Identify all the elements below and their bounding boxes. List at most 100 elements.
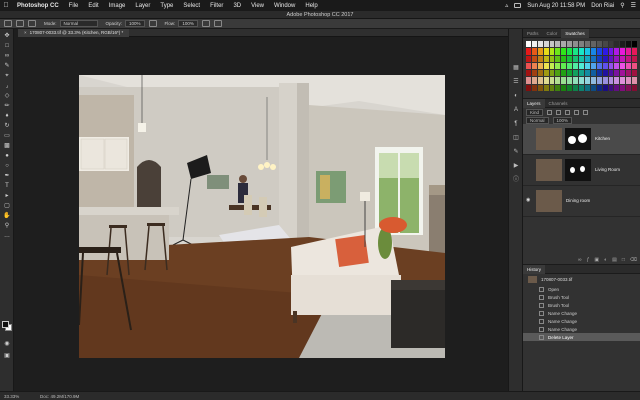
color-swatch[interactable]	[608, 77, 614, 84]
color-swatch[interactable]	[632, 41, 637, 48]
color-swatch[interactable]	[537, 48, 543, 55]
color-swatch[interactable]	[614, 62, 620, 70]
pressure-size-icon[interactable]	[213, 20, 222, 27]
color-swatch[interactable]	[531, 62, 537, 70]
wifi-icon[interactable]: ▵	[505, 2, 508, 9]
add-mask-icon[interactable]: ▣	[594, 257, 599, 263]
tab-paths[interactable]: Paths	[523, 29, 543, 38]
airbrush-icon[interactable]	[201, 20, 210, 27]
layer-row-dining-room[interactable]: ◉ Dining room	[523, 186, 640, 217]
menu-photoshop[interactable]: Photoshop CC	[12, 3, 64, 9]
color-swatch[interactable]	[531, 70, 537, 77]
color-swatch[interactable]	[573, 62, 579, 70]
color-swatch[interactable]	[632, 70, 637, 77]
apple-icon[interactable]: 	[0, 2, 12, 9]
color-swatch[interactable]	[537, 77, 543, 84]
color-swatch[interactable]	[579, 62, 584, 70]
color-swatch[interactable]	[561, 70, 567, 77]
swatch-grid[interactable]	[526, 41, 637, 91]
adjustment-layer-icon[interactable]: ◐	[604, 257, 607, 263]
color-swatch[interactable]	[602, 70, 608, 77]
color-swatch[interactable]	[584, 77, 590, 84]
color-swatch[interactable]	[537, 55, 543, 62]
smart-object-filter-icon[interactable]	[583, 109, 589, 115]
history-panel-icon[interactable]: ▦	[512, 65, 520, 72]
crop-tool-icon[interactable]: ⌖	[3, 73, 11, 79]
color-swatch[interactable]	[620, 41, 626, 48]
color-swatch[interactable]	[531, 77, 537, 84]
color-swatch[interactable]	[579, 70, 584, 77]
more-tools-icon[interactable]: …	[3, 233, 11, 239]
color-swatch[interactable]	[526, 55, 531, 62]
layer-mask-thumbnail[interactable]	[565, 128, 591, 150]
color-swatch[interactable]	[567, 48, 573, 55]
color-swatch[interactable]	[579, 41, 584, 48]
color-swatch[interactable]	[596, 84, 602, 91]
color-swatch[interactable]	[596, 41, 602, 48]
menu-filter[interactable]: Filter	[205, 3, 228, 9]
color-swatch[interactable]	[567, 77, 573, 84]
blend-mode-select[interactable]: Normal	[526, 116, 549, 124]
color-swatch[interactable]	[561, 84, 567, 91]
color-swatch[interactable]	[602, 77, 608, 84]
shape-tool-icon[interactable]: ▢	[3, 203, 11, 209]
type-filter-icon[interactable]	[565, 109, 571, 115]
color-swatch[interactable]	[526, 41, 531, 48]
trash-icon[interactable]: ⌫	[630, 257, 637, 263]
actions-panel-icon[interactable]: ▶	[512, 163, 520, 170]
tab-history[interactable]: History	[523, 264, 546, 274]
battery-icon[interactable]	[514, 3, 522, 8]
color-swatch[interactable]	[620, 77, 626, 84]
color-swatch[interactable]	[596, 55, 602, 62]
clone-stamp-tool-icon[interactable]: ♦	[3, 113, 11, 119]
spotlight-icon[interactable]: ⚲	[620, 2, 624, 9]
color-swatch[interactable]	[602, 55, 608, 62]
menu-layer[interactable]: Layer	[130, 3, 155, 9]
menu-file[interactable]: File	[64, 3, 84, 9]
color-swatch[interactable]	[584, 55, 590, 62]
color-swatch[interactable]	[531, 84, 537, 91]
color-swatch[interactable]	[579, 84, 584, 91]
layer-opacity-field[interactable]: 100%	[552, 116, 573, 124]
link-layers-icon[interactable]: ∞	[578, 257, 582, 263]
adjustments-panel-icon[interactable]: ◐	[512, 93, 520, 100]
flow-field[interactable]: 100%	[178, 20, 198, 27]
color-swatch[interactable]	[626, 48, 632, 55]
mode-select[interactable]: Normal	[59, 20, 98, 27]
quick-select-tool-icon[interactable]: ✎	[3, 63, 11, 69]
color-swatch[interactable]	[555, 55, 561, 62]
color-swatch[interactable]	[543, 41, 549, 48]
color-swatch[interactable]	[573, 70, 579, 77]
color-swatch[interactable]	[531, 41, 537, 48]
color-swatch[interactable]	[537, 41, 543, 48]
color-swatch[interactable]	[632, 55, 637, 62]
quick-mask-icon[interactable]: ◉	[3, 341, 11, 347]
color-swatch[interactable]	[567, 84, 573, 91]
document-image[interactable]	[79, 75, 445, 358]
history-brush-tool-icon[interactable]: ↻	[3, 123, 11, 129]
color-swatch[interactable]	[608, 41, 614, 48]
color-swatch[interactable]	[573, 41, 579, 48]
brush-tool-icon[interactable]: ✏	[3, 103, 11, 109]
color-swatch[interactable]	[620, 70, 626, 77]
close-icon[interactable]: ×	[24, 30, 27, 35]
color-swatch[interactable]	[632, 62, 637, 70]
path-select-tool-icon[interactable]: ▸	[3, 193, 11, 199]
color-swatch[interactable]	[620, 62, 626, 70]
color-swatch[interactable]	[573, 48, 579, 55]
canvas-area[interactable]	[14, 37, 520, 391]
layer-name[interactable]: Kitchen	[595, 136, 610, 142]
dodge-tool-icon[interactable]: ○	[3, 163, 11, 169]
color-swatch[interactable]	[620, 55, 626, 62]
color-swatch[interactable]	[573, 77, 579, 84]
color-swatch[interactable]	[626, 84, 632, 91]
color-swatch[interactable]	[590, 41, 596, 48]
zoom-tool-icon[interactable]: ⚲	[3, 223, 11, 229]
color-swatch[interactable]	[549, 77, 555, 84]
pixel-filter-icon[interactable]	[547, 109, 553, 115]
color-swatch[interactable]	[590, 55, 596, 62]
color-swatch[interactable]	[608, 70, 614, 77]
move-tool-icon[interactable]: ✥	[3, 33, 11, 39]
color-swatch[interactable]	[526, 77, 531, 84]
color-swatch[interactable]	[531, 48, 537, 55]
